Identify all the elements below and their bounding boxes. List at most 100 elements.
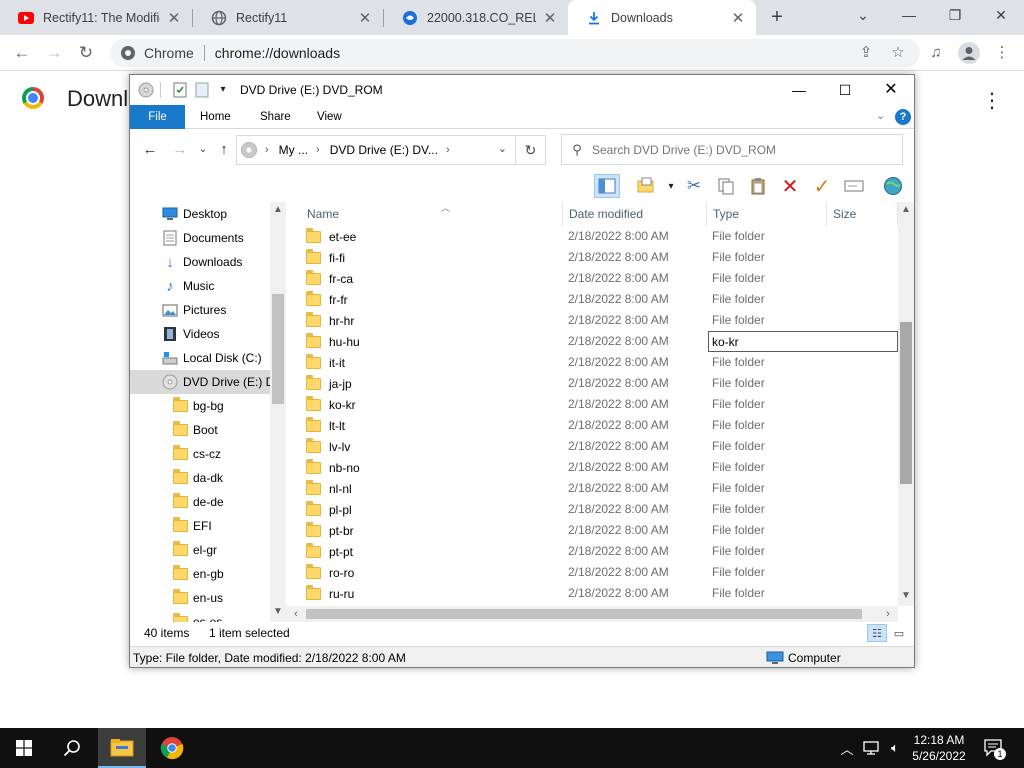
scroll-down-arrow-icon[interactable]: ▼ [898, 590, 914, 601]
nav-pane-scrollbar[interactable]: ▲ ▼ [270, 202, 286, 622]
search-box[interactable]: ⚲ [561, 134, 903, 165]
nav-item-dvd-drive[interactable]: DVD Drive (E:) DVD_ROM [130, 370, 270, 394]
breadcrumb-chevron-icon[interactable]: › [265, 144, 269, 156]
column-header-size[interactable]: Size [827, 202, 898, 226]
taskbar-search-button[interactable] [48, 728, 96, 768]
action-center-icon[interactable]: 1 [982, 728, 1006, 768]
new-tab-button[interactable]: + [766, 6, 788, 28]
up-button[interactable]: ↑ [214, 141, 234, 158]
nav-item-folder[interactable]: en-gb [130, 562, 270, 586]
explorer-maximize-icon[interactable]: ☐ [822, 75, 868, 105]
checkmark-icon[interactable]: ✓ [809, 174, 835, 198]
taskbar-file-explorer[interactable] [98, 728, 146, 768]
expand-ribbon-chevron-icon[interactable]: ⌄ [876, 109, 885, 122]
file-row[interactable]: nl-nl 2/18/2022 8:00 AM File folder [306, 478, 896, 499]
chrome-menu-icon[interactable]: ⋮ [992, 43, 1012, 63]
globe-properties-icon[interactable] [880, 174, 906, 198]
ribbon-tab-file[interactable]: File [130, 105, 185, 129]
nav-item-videos[interactable]: Videos [130, 322, 270, 346]
restore-icon[interactable]: ❐ [932, 0, 978, 32]
nav-item-folder[interactable]: EFI [130, 514, 270, 538]
properties-icon[interactable] [172, 82, 188, 98]
ribbon-tab-view[interactable]: View [303, 105, 356, 129]
nav-item-local-disk[interactable]: Local Disk (C:) [130, 346, 270, 370]
nav-item-folder[interactable]: es-es [130, 610, 270, 622]
delete-icon[interactable]: ✕ [777, 174, 803, 198]
media-controls-icon[interactable]: ♫ [926, 43, 946, 63]
nav-item-folder[interactable]: bg-bg [130, 394, 270, 418]
breadcrumb-chevron-icon[interactable]: › [316, 144, 320, 156]
file-list-horizontal-scrollbar[interactable]: ‹ › [286, 606, 898, 622]
refresh-button[interactable]: ↻ [515, 136, 545, 164]
close-window-icon[interactable]: ✕ [978, 0, 1024, 32]
nav-scroll-thumb[interactable] [272, 294, 284, 404]
scroll-up-arrow-icon[interactable]: ▲ [898, 204, 914, 215]
back-button[interactable]: ← [10, 41, 34, 65]
taskbar-clock[interactable]: 12:18 AM 5/26/2022 [904, 732, 974, 764]
copy-icon[interactable] [713, 174, 739, 198]
reload-button[interactable]: ↻ [74, 41, 98, 65]
details-view-icon[interactable]: ☷ [867, 624, 887, 642]
nav-item-downloads[interactable]: ↓ Downloads [130, 250, 270, 274]
file-row[interactable]: nb-no 2/18/2022 8:00 AM File folder [306, 457, 896, 478]
search-input[interactable] [592, 142, 882, 157]
rename-input[interactable] [708, 331, 898, 352]
file-row[interactable]: fr-fr 2/18/2022 8:00 AM File folder [306, 289, 896, 310]
cut-icon[interactable]: ✂ [681, 174, 707, 198]
taskbar-chrome[interactable] [148, 728, 196, 768]
help-icon[interactable]: ? [895, 109, 911, 125]
nav-item-pictures[interactable]: Pictures [130, 298, 270, 322]
tab-close-icon[interactable]: ✕ [357, 9, 373, 27]
explorer-back-button[interactable]: ← [140, 141, 160, 158]
profile-avatar-icon[interactable] [958, 42, 980, 64]
volume-icon[interactable]: 🔈︎ [884, 728, 906, 768]
scroll-left-arrow-icon[interactable]: ‹ [288, 606, 304, 622]
new-folder-icon[interactable] [194, 82, 210, 98]
tab-rectify11-youtube[interactable]: Rectify11: The Modified Windows 11 ✕ [0, 0, 192, 35]
file-row[interactable]: ja-jp 2/18/2022 8:00 AM File folder [306, 373, 896, 394]
file-row[interactable]: it-it 2/18/2022 8:00 AM File folder [306, 352, 896, 373]
file-row[interactable]: fi-fi 2/18/2022 8:00 AM File folder [306, 247, 896, 268]
minimize-icon[interactable]: — [886, 0, 932, 32]
horizontal-scroll-thumb[interactable] [306, 609, 862, 619]
omnibox[interactable]: Chrome chrome://downloads [110, 39, 920, 67]
vertical-scroll-thumb[interactable] [900, 322, 912, 484]
scroll-down-arrow-icon[interactable]: ▼ [270, 606, 286, 617]
scroll-up-arrow-icon[interactable]: ▲ [270, 204, 286, 215]
nav-item-desktop[interactable]: Desktop [130, 202, 270, 226]
explorer-minimize-icon[interactable]: — [776, 75, 822, 105]
nav-item-folder[interactable]: en-us [130, 586, 270, 610]
column-header-date[interactable]: Date modified [563, 202, 707, 226]
rename-icon[interactable] [841, 174, 867, 198]
bookmark-star-icon[interactable]: ☆ [888, 43, 908, 63]
file-row[interactable]: pt-pt 2/18/2022 8:00 AM File folder [306, 541, 896, 562]
explorer-close-icon[interactable]: ✕ [868, 75, 914, 105]
column-header-type[interactable]: Type [707, 202, 827, 226]
network-icon[interactable] [860, 728, 882, 768]
recent-locations-chevron-icon[interactable]: ⌄ [193, 144, 213, 155]
file-row[interactable]: ru-ru 2/18/2022 8:00 AM File folder [306, 583, 896, 604]
file-row[interactable]: hr-hr 2/18/2022 8:00 AM File folder [306, 310, 896, 331]
nav-item-folder[interactable]: Boot [130, 418, 270, 442]
start-button[interactable] [0, 728, 48, 768]
file-row[interactable]: pt-br 2/18/2022 8:00 AM File folder [306, 520, 896, 541]
preview-pane-icon[interactable] [594, 174, 620, 198]
ribbon-tab-share[interactable]: Share [246, 105, 305, 129]
omnibox-url[interactable]: chrome://downloads [215, 45, 340, 61]
file-row[interactable]: hu-hu 2/18/2022 8:00 AM [306, 331, 898, 352]
file-list-vertical-scrollbar[interactable]: ▲ ▼ [898, 202, 914, 606]
downloads-menu-icon[interactable]: ⋮ [982, 88, 1002, 113]
tab-rectify11[interactable]: Rectify11 ✕ [193, 0, 383, 35]
breadcrumb-chevron-icon[interactable]: › [446, 144, 450, 156]
file-row[interactable]: ro-ro 2/18/2022 8:00 AM File folder [306, 562, 896, 583]
paste-icon[interactable] [745, 174, 771, 198]
address-bar[interactable]: › My ... › DVD Drive (E:) DV... › ⌄ ↻ [236, 135, 546, 165]
column-header-name[interactable]: Name ︿ [301, 202, 563, 226]
file-row[interactable]: et-ee 2/18/2022 8:00 AM File folder [306, 226, 896, 247]
large-icons-view-icon[interactable]: ▭ [889, 624, 909, 642]
tab-downloads[interactable]: Downloads ✕ [568, 0, 756, 35]
breadcrumb-dvd-drive[interactable]: DVD Drive (E:) DV... [330, 143, 438, 157]
customize-qa-dropdown-icon[interactable]: ▾ [215, 82, 231, 98]
file-row[interactable]: lv-lv 2/18/2022 8:00 AM File folder [306, 436, 896, 457]
ribbon-tab-home[interactable]: Home [186, 105, 245, 129]
